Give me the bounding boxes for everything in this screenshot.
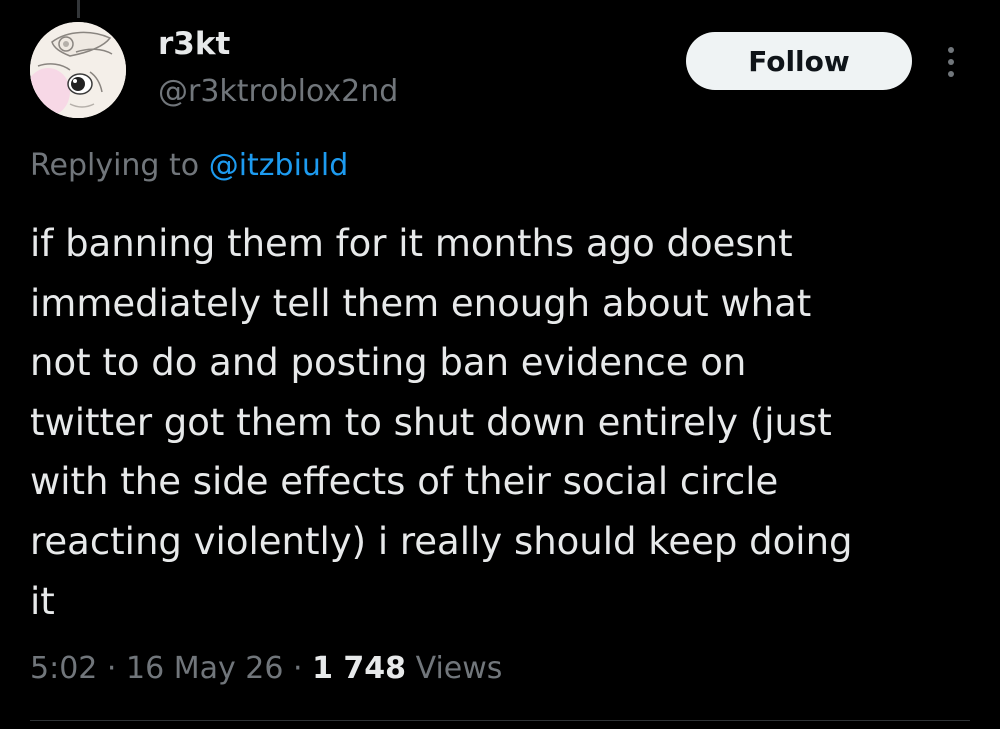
meta-separator: · [293, 651, 303, 686]
tweet-date[interactable]: 16 May 26 [126, 651, 283, 686]
follow-button[interactable]: Follow [686, 32, 912, 90]
avatar-image [30, 22, 126, 118]
more-dot [948, 71, 954, 77]
author-display-name[interactable]: r3kt [158, 24, 230, 64]
more-dot [948, 47, 954, 53]
tweet-text-line: immediately tell them enough about what [30, 281, 812, 325]
views-count[interactable]: 1 748 [312, 651, 406, 686]
tweet-text-line: twitter got them to shut down entirely (… [30, 400, 832, 444]
tweet-meta: 5:02 · 16 May 26 · 1 748 Views [30, 644, 502, 694]
divider [30, 720, 970, 721]
tweet-text-line: it [30, 579, 55, 623]
author-handle[interactable]: @r3ktroblox2nd [158, 72, 398, 112]
tweet-time[interactable]: 5:02 [30, 651, 97, 686]
tweet-text: if banning them for it months ago doesnt… [30, 214, 970, 631]
more-dot [948, 59, 954, 65]
tweet-text-line: not to do and posting ban evidence on [30, 341, 747, 385]
tweet-text-line: reacting violently) i really should keep… [30, 519, 853, 563]
thread-connector-line [77, 0, 80, 18]
reply-context: Replying to @itzbiuld [30, 144, 348, 188]
reply-mention-link[interactable]: @itzbiuld [209, 148, 349, 183]
tweet-text-line: if banning them for it months ago doesnt [30, 222, 793, 265]
views-label[interactable]: Views [416, 651, 503, 686]
reply-context-prefix: Replying to [30, 148, 200, 183]
tweet-text-line: with the side effects of their social ci… [30, 460, 779, 504]
avatar[interactable] [30, 22, 126, 118]
more-vertical-icon[interactable] [936, 40, 966, 84]
meta-separator: · [106, 651, 117, 686]
